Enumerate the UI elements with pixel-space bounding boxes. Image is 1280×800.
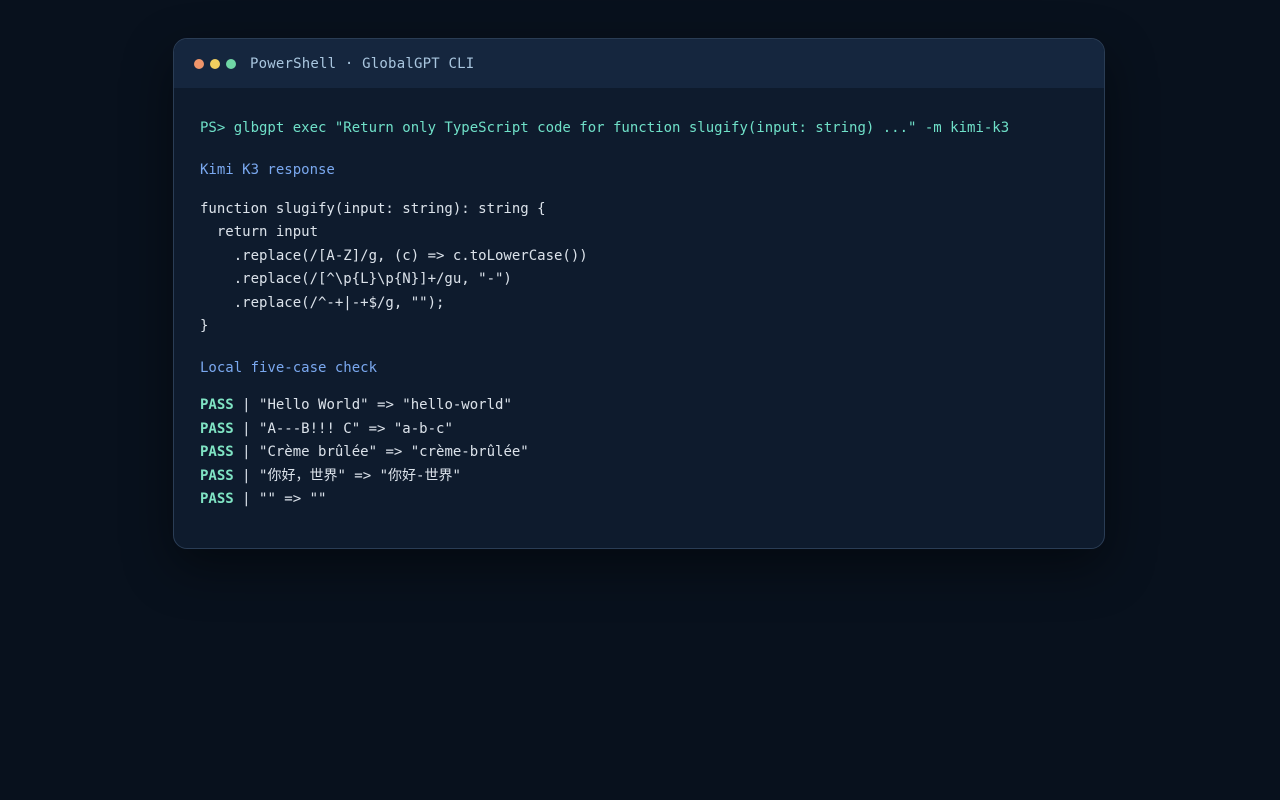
check-heading: Local five-case check	[200, 360, 378, 377]
code-line: .replace(/^-+|-+$/g, "");	[200, 294, 445, 311]
separator: |	[233, 467, 260, 484]
check-results: PASS | "Hello World" => "hello-world" PA…	[200, 394, 1078, 512]
check-row: PASS | "Crème brûlée" => "crème-brûlée"	[200, 441, 1078, 465]
window-title: PowerShell · GlobalGPT CLI	[250, 55, 475, 72]
terminal-window: PowerShell · GlobalGPT CLI PS> glbgpt ex…	[173, 38, 1105, 549]
check-row: PASS | "A---B!!! C" => "a-b-c"	[200, 418, 1078, 442]
separator: |	[233, 491, 260, 508]
response-heading: Kimi K3 response	[200, 162, 335, 178]
minimize-dot-icon[interactable]	[210, 58, 220, 69]
check-text: "你好，世界" => "你好-世界"	[259, 467, 461, 484]
code-line: }	[200, 317, 209, 334]
check-text: "" => ""	[259, 491, 327, 508]
check-row: PASS | "你好，世界" => "你好-世界"	[200, 465, 1078, 489]
terminal-body[interactable]: PS> glbgpt exec "Return only TypeScript …	[174, 88, 1104, 512]
window-titlebar: PowerShell · GlobalGPT CLI	[174, 39, 1104, 88]
command-line: PS> glbgpt exec "Return only TypeScript …	[200, 120, 1010, 136]
check-row: PASS | "Hello World" => "hello-world"	[200, 394, 1078, 418]
close-dot-icon[interactable]	[194, 58, 204, 69]
code-line: function slugify(input: string): string …	[200, 201, 546, 217]
pass-badge: PASS	[200, 397, 234, 414]
code-line: .replace(/[A-Z]/g, (c) => c.toLowerCase(…	[200, 247, 588, 264]
code-block: function slugify(input: string): string …	[200, 198, 1078, 338]
check-text: "Crème brûlée" => "crème-brûlée"	[259, 444, 529, 461]
separator: |	[233, 397, 260, 414]
code-line: .replace(/[^\p{L}\p{N}]+/gu, "-")	[200, 271, 512, 288]
pass-badge: PASS	[200, 444, 234, 461]
separator: |	[233, 444, 260, 461]
check-row: PASS | "" => ""	[200, 488, 1078, 512]
check-text: "Hello World" => "hello-world"	[259, 397, 512, 414]
check-text: "A---B!!! C" => "a-b-c"	[259, 420, 453, 437]
maximize-dot-icon[interactable]	[226, 58, 236, 69]
pass-badge: PASS	[200, 420, 234, 437]
code-line: return input	[200, 224, 319, 241]
pass-badge: PASS	[200, 491, 234, 508]
separator: |	[233, 420, 260, 437]
pass-badge: PASS	[200, 467, 234, 484]
